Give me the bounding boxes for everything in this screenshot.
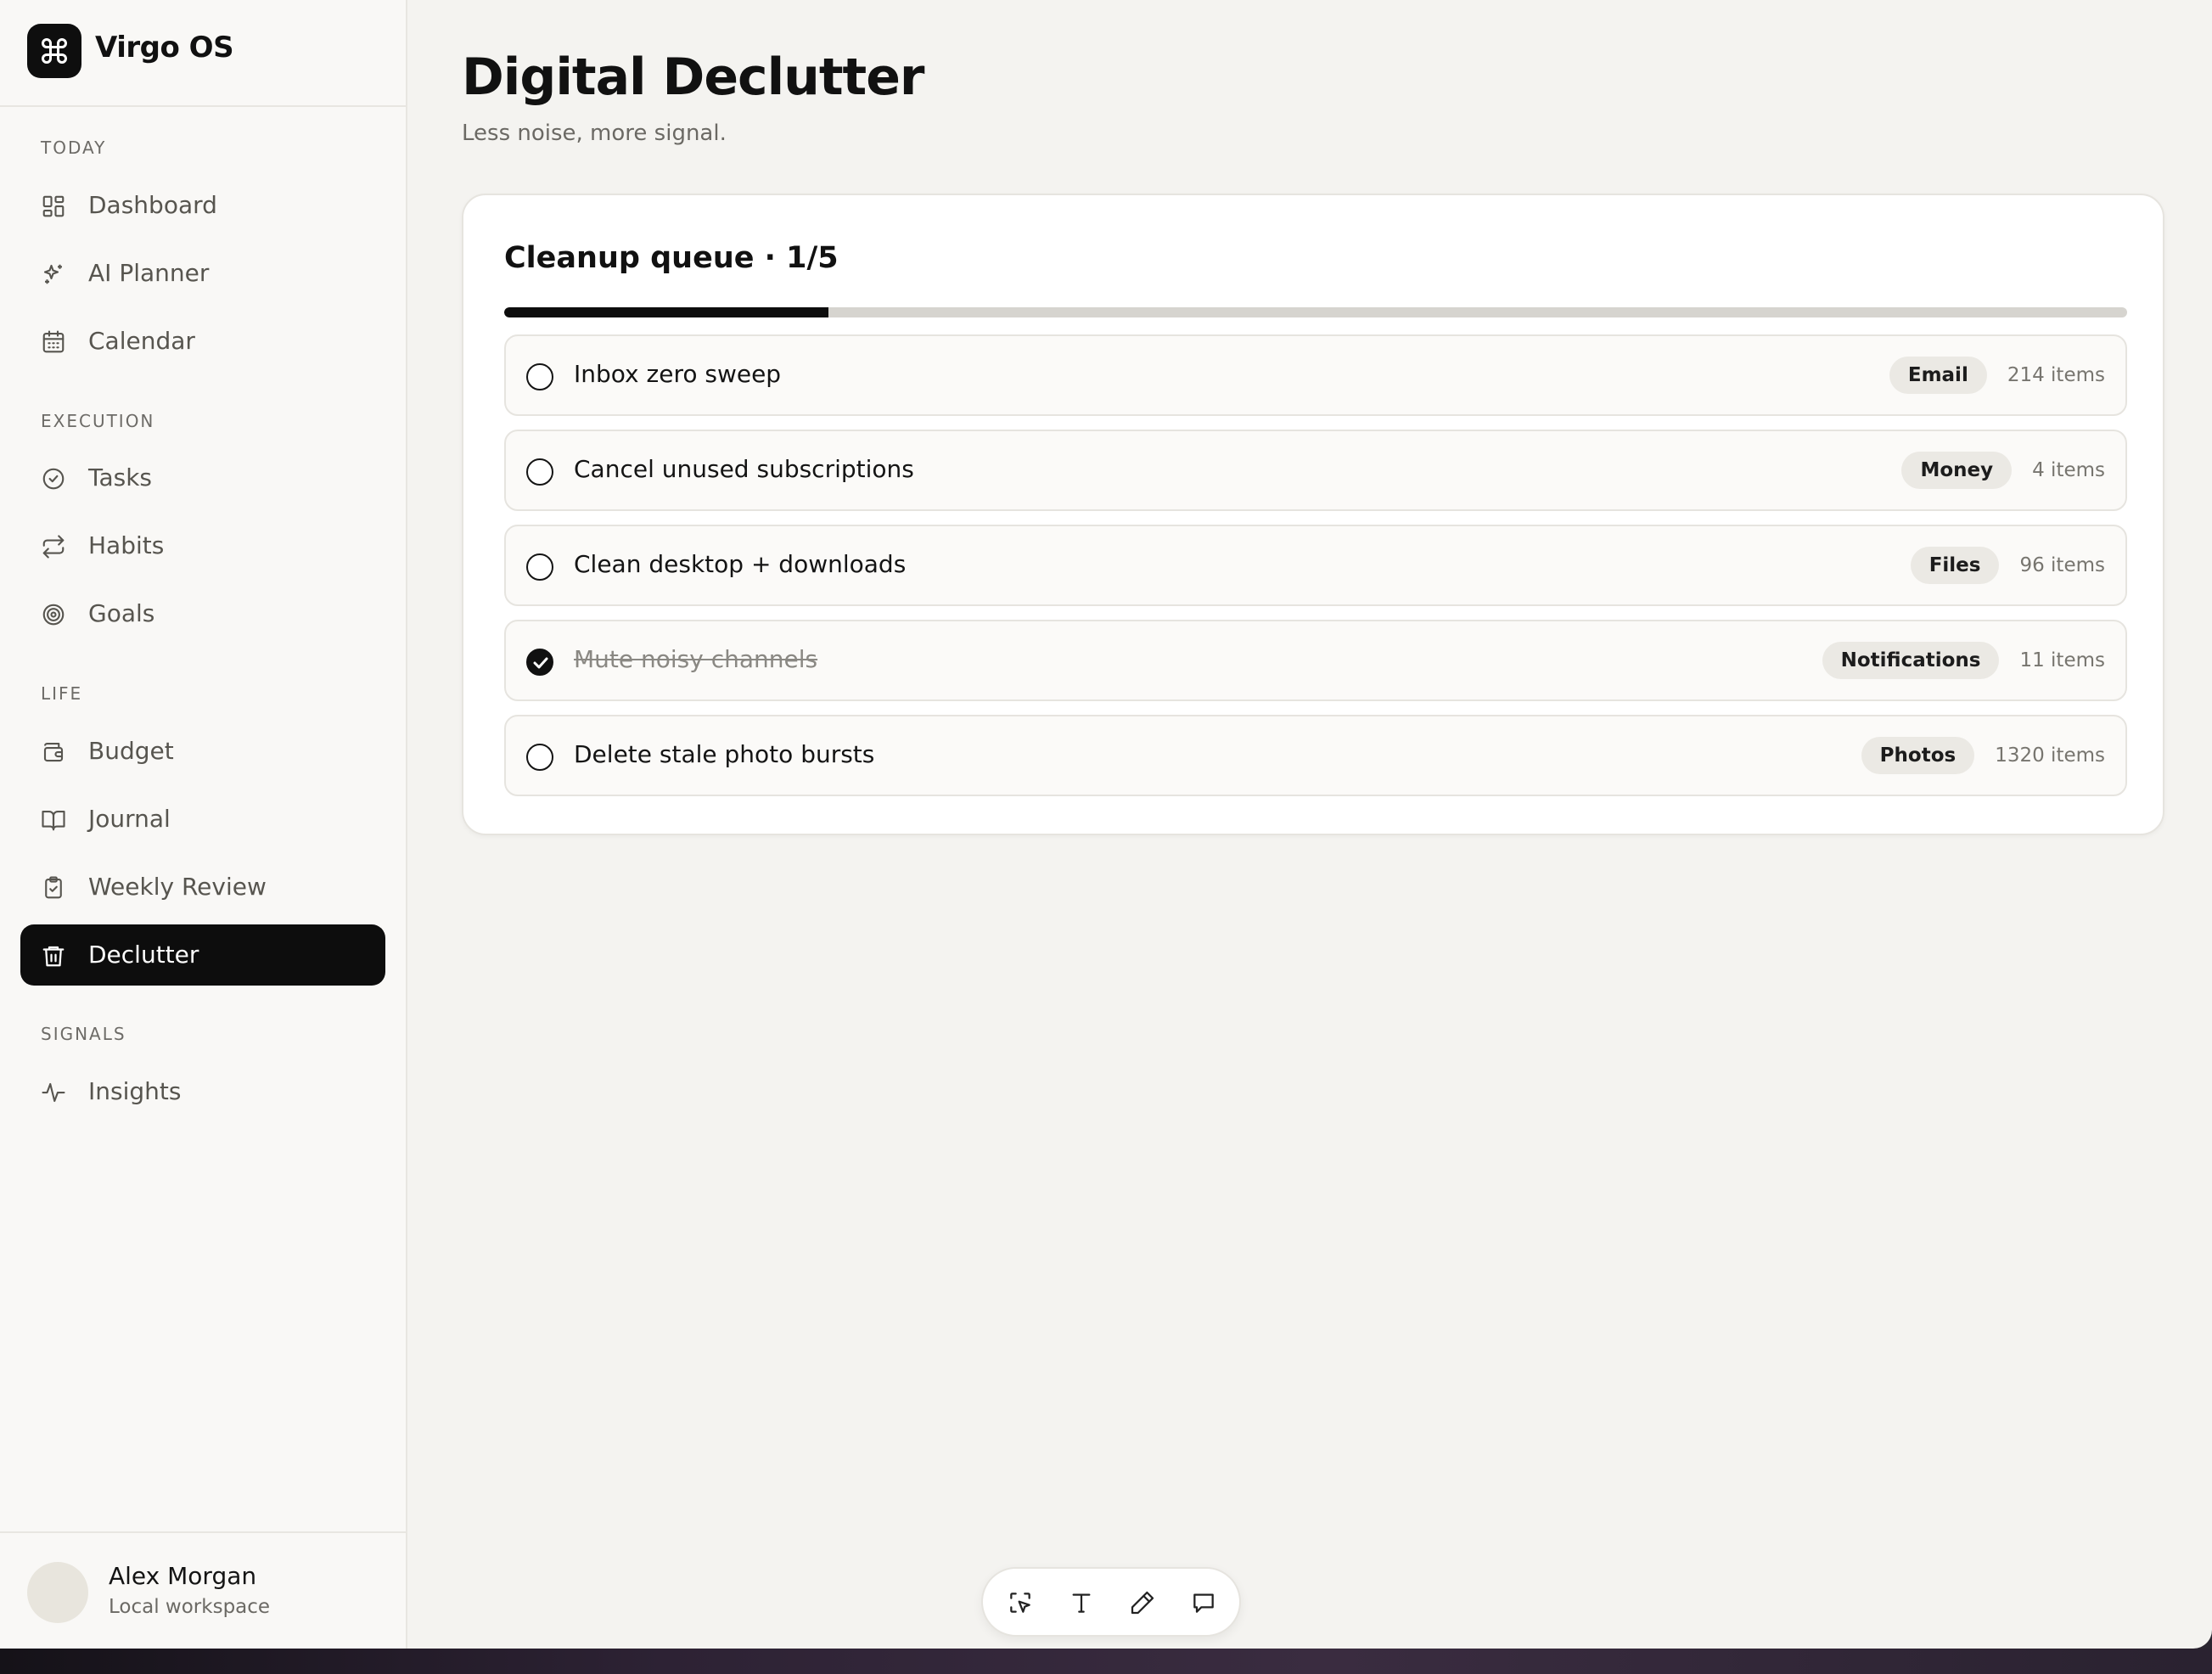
item-title: Clean desktop + downloads	[574, 550, 907, 578]
sidebar-item-budget[interactable]: Budget	[20, 721, 385, 782]
target-icon	[41, 602, 66, 627]
grid-icon	[41, 194, 66, 219]
sidebar-item-label: Habits	[88, 531, 165, 559]
category-tag: Files	[1910, 547, 2000, 584]
calendar-icon	[41, 329, 66, 355]
queue-item-cancel-subscriptions[interactable]: Cancel unused subscriptions Money 4 item…	[504, 430, 2127, 511]
checkbox[interactable]	[526, 363, 553, 390]
item-title: Cancel unused subscriptions	[574, 455, 914, 483]
sidebar-item-label: Insights	[88, 1077, 182, 1105]
sidebar-item-label: Goals	[88, 599, 155, 627]
progress-bar	[504, 307, 2127, 317]
item-title: Inbox zero sweep	[574, 360, 782, 388]
category-tag: Money	[1901, 452, 2013, 489]
section-label-signals: SIGNALS	[41, 1024, 126, 1044]
item-count: 11 items	[2019, 649, 2105, 671]
progress-fill	[504, 307, 829, 317]
item-count: 1320 items	[1995, 744, 2105, 767]
sidebar-item-label: Calendar	[88, 327, 195, 355]
sidebar-item-calendar[interactable]: Calendar	[20, 311, 385, 372]
item-meta: Notifications 11 items	[1822, 642, 2105, 679]
sidebar-item-dashboard[interactable]: Dashboard	[20, 175, 385, 236]
activity-icon	[41, 1080, 66, 1105]
checkmark-icon	[533, 657, 548, 669]
repeat-icon	[41, 534, 66, 559]
user-profile[interactable]: Alex Morgan Local workspace	[0, 1531, 406, 1649]
item-meta: Email 214 items	[1889, 357, 2105, 394]
page-title: Digital Declutter	[462, 48, 925, 107]
text-tool-button[interactable]	[1064, 1586, 1098, 1620]
user-name: Alex Morgan	[109, 1562, 257, 1590]
item-title: Delete stale photo bursts	[574, 740, 875, 768]
section-label-life: LIFE	[41, 683, 83, 704]
sidebar-item-journal[interactable]: Journal	[20, 789, 385, 850]
check-circle-icon	[41, 466, 66, 492]
sidebar-item-tasks[interactable]: Tasks	[20, 447, 385, 508]
sidebar-item-label: AI Planner	[88, 259, 210, 287]
pencil-icon	[1131, 1591, 1154, 1615]
sidebar-item-label: Journal	[88, 805, 171, 833]
category-tag: Notifications	[1822, 642, 2000, 679]
text-icon	[1072, 1593, 1091, 1613]
annotation-toolbar	[981, 1567, 1241, 1637]
item-meta: Photos 1320 items	[1861, 737, 2105, 774]
category-tag: Email	[1889, 357, 1987, 394]
item-count: 214 items	[2007, 364, 2105, 386]
page-subtitle: Less noise, more signal.	[462, 121, 727, 146]
sidebar-item-weekly-review[interactable]: Weekly Review	[20, 857, 385, 918]
user-workspace: Local workspace	[109, 1596, 271, 1618]
app-window: Virgo OS TODAY Dashboard AI Planner Cale…	[0, 0, 2212, 1649]
app-name: Virgo OS	[95, 31, 234, 65]
sidebar-item-habits[interactable]: Habits	[20, 515, 385, 576]
sidebar: Virgo OS TODAY Dashboard AI Planner Cale…	[0, 0, 407, 1649]
item-count: 96 items	[2019, 554, 2105, 576]
checkbox[interactable]	[526, 744, 553, 771]
select-icon	[1010, 1593, 1030, 1613]
item-meta: Money 4 items	[1901, 452, 2105, 489]
pencil-tool-button[interactable]	[1126, 1586, 1159, 1620]
card-title: Cleanup queue · 1/5	[504, 241, 839, 275]
section-label-execution: EXECUTION	[41, 411, 155, 431]
section-label-today: TODAY	[41, 138, 107, 158]
queue-item-delete-photo-bursts[interactable]: Delete stale photo bursts Photos 1320 it…	[504, 715, 2127, 796]
sidebar-item-label: Weekly Review	[88, 873, 267, 901]
category-tag: Photos	[1861, 737, 1975, 774]
cleanup-queue-card: Cleanup queue · 1/5 Inbox zero sweep Ema…	[462, 194, 2164, 835]
queue-item-inbox-zero[interactable]: Inbox zero sweep Email 214 items	[504, 334, 2127, 416]
queue-item-clean-desktop[interactable]: Clean desktop + downloads Files 96 items	[504, 525, 2127, 606]
select-tool-button[interactable]	[1003, 1586, 1037, 1620]
sidebar-item-label: Tasks	[88, 463, 153, 492]
item-meta: Files 96 items	[1910, 547, 2105, 584]
queue-item-mute-channels[interactable]: Mute noisy channels Notifications 11 ite…	[504, 620, 2127, 701]
clipboard-check-icon	[41, 875, 66, 901]
checkbox[interactable]	[526, 458, 553, 486]
sidebar-item-insights[interactable]: Insights	[20, 1061, 385, 1122]
item-title: Mute noisy channels	[574, 645, 818, 673]
sparkles-icon	[41, 261, 66, 287]
item-count: 4 items	[2032, 459, 2105, 481]
avatar	[27, 1562, 88, 1623]
checkbox[interactable]	[526, 553, 553, 581]
wallet-icon	[41, 739, 66, 765]
comment-tool-button[interactable]	[1187, 1586, 1221, 1620]
sidebar-item-ai-planner[interactable]: AI Planner	[20, 243, 385, 304]
sidebar-item-label: Dashboard	[88, 191, 217, 219]
comment-icon	[1193, 1593, 1214, 1613]
command-logo-icon	[27, 24, 81, 78]
desktop-background	[0, 1649, 2212, 1674]
checkbox-checked[interactable]	[526, 649, 553, 676]
sidebar-item-label: Declutter	[88, 941, 199, 969]
sidebar-item-declutter[interactable]: Declutter	[20, 924, 385, 986]
sidebar-item-goals[interactable]: Goals	[20, 583, 385, 644]
trash-icon	[41, 943, 66, 969]
book-icon	[41, 807, 66, 833]
sidebar-item-label: Budget	[88, 737, 174, 765]
brand: Virgo OS	[0, 0, 406, 107]
